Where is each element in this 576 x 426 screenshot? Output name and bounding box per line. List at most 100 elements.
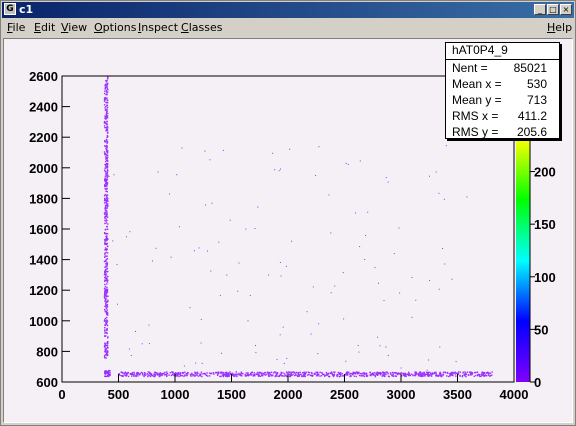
scatter-point — [276, 372, 279, 374]
scatter-point — [221, 352, 222, 354]
scatter-point — [283, 362, 285, 364]
scatter-point — [126, 236, 127, 238]
scatter-point — [160, 373, 162, 375]
scatter-point — [282, 372, 284, 374]
scatter-point — [103, 92, 106, 95]
scatter-point — [267, 374, 270, 376]
scatter-point — [103, 202, 106, 204]
scatter-point — [224, 375, 227, 377]
scatter-point — [297, 374, 300, 376]
scatter-point — [241, 375, 243, 377]
scatter-point — [459, 374, 461, 377]
scatter-point — [106, 167, 108, 169]
scatter-point — [104, 88, 106, 90]
scatter-point — [247, 320, 249, 322]
scatter-point — [252, 374, 255, 376]
scatter-point — [211, 202, 213, 204]
scatter-point — [303, 374, 305, 376]
scatter-point — [338, 375, 340, 378]
scatter-point — [341, 373, 343, 375]
scatter-point — [464, 371, 466, 373]
scatter-point — [478, 375, 481, 377]
scatter-point — [378, 282, 379, 284]
scatter-point — [104, 310, 106, 313]
scatter-point — [170, 256, 172, 258]
scatter-point — [176, 174, 178, 176]
scatter-point — [346, 373, 349, 375]
scatter-point — [105, 289, 108, 291]
scatter-point — [105, 307, 108, 310]
scatter-point — [104, 343, 106, 346]
scatter-point — [477, 373, 480, 376]
scatter-point — [133, 374, 135, 376]
scatter-point — [400, 367, 402, 369]
y-tick-label: 1000 — [29, 314, 58, 329]
scatter-point — [314, 373, 317, 375]
scatter-point — [136, 371, 139, 374]
scatter-point — [166, 371, 168, 373]
scatter-point — [217, 373, 219, 375]
scatter-point — [105, 322, 107, 324]
scatter-point — [470, 373, 472, 375]
scatter-point — [106, 99, 109, 101]
scatter-point — [277, 375, 279, 377]
scatter-point — [369, 371, 371, 374]
x-tick-label: 3500 — [443, 387, 472, 402]
scatter-point — [486, 372, 488, 375]
scatter-point — [222, 149, 224, 151]
scatter-point — [486, 375, 488, 377]
scatter-point — [393, 372, 395, 374]
scatter-point — [382, 371, 384, 373]
scatter-point — [106, 160, 109, 162]
scatter-point — [476, 371, 479, 373]
scatter-point — [141, 343, 143, 345]
scatter-point — [106, 207, 108, 209]
scatter-point — [395, 372, 397, 375]
stat-label: Mean x = — [452, 77, 502, 91]
scatter-point — [104, 122, 106, 124]
scatter-point — [303, 375, 305, 377]
scatter-point — [178, 375, 180, 378]
scatter-point — [105, 302, 107, 304]
scatter-point — [404, 374, 406, 376]
scatter-point — [106, 316, 108, 319]
scatter-point — [376, 374, 379, 376]
scatter-point — [200, 318, 202, 320]
scatter-point — [106, 156, 109, 159]
scatter-point — [175, 375, 177, 377]
scatter-point — [105, 357, 107, 359]
scatter-point — [104, 117, 106, 120]
scatter-point — [195, 373, 197, 375]
scatter-point — [106, 242, 109, 245]
scatter-point — [104, 357, 106, 359]
scatter-point — [105, 344, 107, 347]
scatter-point — [107, 350, 109, 352]
scatter-point — [279, 374, 281, 377]
scatter-point — [105, 101, 107, 104]
scatter-point — [426, 369, 428, 371]
scatter-point — [104, 156, 107, 158]
scatter-point — [106, 199, 108, 201]
scatter-point — [179, 375, 182, 377]
scatter-point — [264, 371, 266, 374]
scatter-point — [178, 226, 180, 228]
scatter-point — [366, 375, 369, 377]
scatter-point — [197, 375, 200, 377]
scatter-point — [232, 372, 234, 375]
scatter-point — [229, 371, 231, 373]
scatter-point — [355, 371, 357, 373]
scatter-point — [106, 215, 108, 218]
scatter-point — [429, 175, 430, 177]
stats-box[interactable]: hAT0P4_9 Nent = 85021 Mean x = 530 Mean … — [445, 42, 560, 139]
scatter-point — [471, 373, 473, 376]
scatter-point — [280, 371, 282, 374]
scatter-point — [107, 112, 109, 115]
scatter-point — [104, 178, 106, 181]
scatter-point — [211, 372, 213, 375]
scatter-point — [286, 375, 288, 378]
scatter-point — [392, 373, 394, 375]
scatter-point — [279, 373, 282, 375]
scatter-point — [106, 145, 108, 148]
scatter-point — [420, 373, 422, 375]
scatter-point — [481, 372, 483, 374]
